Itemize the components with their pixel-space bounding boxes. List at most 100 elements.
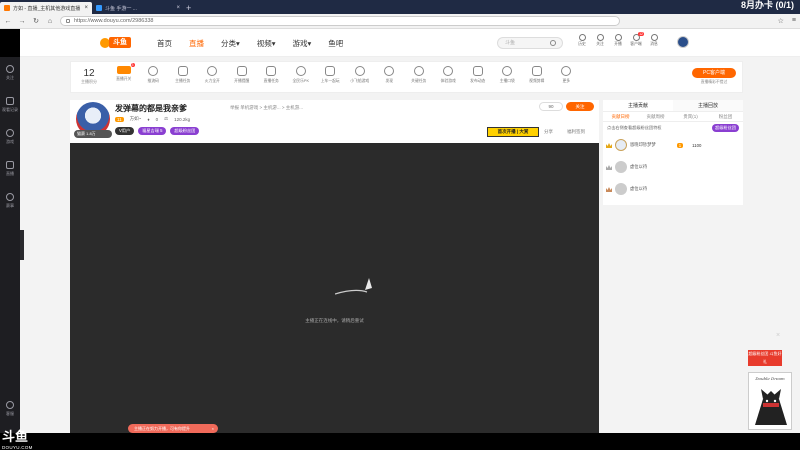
rank-row[interactable]: 虚位以待: [603, 178, 743, 200]
sidebar-item-follow[interactable]: 关注: [0, 57, 20, 89]
toolbar-item-try-game[interactable]: 体验游戏: [434, 66, 464, 84]
toolbar-item-stream-key[interactable]: 推流码: [139, 66, 169, 84]
forward-arrow-icon[interactable]: →: [18, 18, 26, 25]
tab-replay[interactable]: 主播回放: [673, 100, 743, 111]
new-tab-button[interactable]: +: [186, 2, 191, 14]
pc-client-button[interactable]: PC客户端 直播精彩不错过: [692, 68, 736, 85]
anchor-level[interactable]: 12 主播积分: [76, 68, 102, 85]
left-sidebar: 关注 观看记录 游戏 直播 赛事 客服: [0, 57, 20, 433]
promo-float-banner[interactable]: 超级粉丝团 斗鱼好礼: [748, 350, 782, 366]
toast-close-icon[interactable]: ×: [212, 424, 214, 433]
home-icon[interactable]: ⌂: [46, 18, 54, 25]
rank-sub-tabs: 贡献日榜 贡献周榜 贵宾(1) 粉丝团: [603, 112, 743, 122]
back-arrow-icon[interactable]: ←: [4, 18, 12, 25]
room-category[interactable]: 举报 单机游戏 > 主机游... > 主机游...: [230, 105, 303, 111]
toolbar-item-video-edit[interactable]: 视频剪辑: [522, 66, 552, 84]
toolbar-item-pk[interactable]: 全民乐PK: [286, 66, 316, 84]
toolbar-item-more[interactable]: 更多: [552, 66, 582, 84]
tab-daily[interactable]: 贡献日榜: [603, 112, 638, 121]
vip-badge[interactable]: V用户: [115, 127, 135, 135]
toolbar-item-discover[interactable]: 发现: [375, 66, 405, 84]
sidebar-collapse-handle[interactable]: [20, 230, 24, 260]
follow-button-top[interactable]: 关注: [593, 34, 607, 47]
tab-weekly[interactable]: 贡献周榜: [638, 112, 673, 121]
search-input[interactable]: 斗鱼: [497, 37, 563, 49]
sidebar-label: 游戏: [6, 139, 14, 144]
search-icon[interactable]: [550, 40, 556, 46]
fans-count: 0: [155, 116, 159, 122]
nav-home[interactable]: 首页: [157, 38, 172, 49]
toolbar-item-live-toggle[interactable]: 3 直播开关: [109, 63, 139, 84]
browser-tab-2[interactable]: 斗鱼 手游一 ... ×: [92, 2, 184, 14]
sidebar-item-game[interactable]: 游戏: [0, 121, 20, 153]
toolbar-item-ride-along[interactable]: 上车一起玩: [316, 66, 346, 84]
pk-icon: [295, 66, 306, 76]
address-bar: ← → ↻ ⌂ https://www.douyu.com/2986338 ☆ …: [0, 14, 800, 29]
sidebar-label: 赛事: [6, 203, 14, 208]
super-fan-badge[interactable]: 超级粉丝团: [170, 127, 200, 135]
share-button[interactable]: 分享: [544, 129, 553, 135]
toolbar-item-anchor-task[interactable]: 主播任务: [168, 66, 198, 84]
rank-name: 虚位以待: [630, 164, 648, 169]
client-button[interactable]: 12 客户端: [629, 32, 644, 47]
nav-category[interactable]: 分类▾: [221, 38, 240, 49]
tab-vip[interactable]: 贵宾(1): [673, 112, 708, 121]
bottom-bar: [0, 433, 800, 450]
rank-row[interactable]: 虚位以待: [603, 156, 743, 178]
url-field[interactable]: https://www.douyu.com/2986338: [60, 16, 620, 26]
broadcast-button[interactable]: 开播: [611, 34, 625, 47]
rank-row[interactable]: 恩晓印钞梦梦 1 1100: [603, 134, 743, 156]
nav-game[interactable]: 游戏▾: [293, 38, 312, 49]
toolbar-item-live-task[interactable]: 直播任务: [257, 66, 287, 84]
room-header: 猫赛 1.8万 发弹幕的都是我亲爹 举报 单机游戏 > 主机游... > 主机游…: [70, 100, 599, 143]
toolbar-item-label: 全民乐PK: [292, 79, 309, 83]
user-avatar[interactable]: [677, 36, 689, 48]
broadcast-label: 开播: [614, 42, 622, 46]
close-icon[interactable]: ×: [776, 332, 780, 339]
sidebar-item-history[interactable]: 观看记录: [0, 89, 20, 121]
anchor-task-icon: [177, 66, 188, 76]
douyu-logo[interactable]: 斗鱼: [100, 37, 132, 49]
toolbar-item-label: 视频剪辑: [529, 79, 545, 83]
toolbar-item-broadcast-remind[interactable]: 开播提醒: [227, 66, 257, 84]
notice-toast[interactable]: 主播正在努力开播，可有你提升 ×: [128, 424, 218, 433]
checkin-button[interactable]: 福利签到: [567, 129, 585, 135]
toast-text: 主播正在努力开播，可有你提升: [134, 426, 190, 431]
reload-icon[interactable]: ↻: [32, 17, 40, 25]
messages-label: 消息: [650, 42, 658, 46]
nav-fishbar[interactable]: 鱼吧: [328, 38, 343, 49]
promo-banner[interactable]: 首次开播 | 大赏: [487, 127, 539, 137]
menu-icon[interactable]: ≡: [792, 17, 796, 25]
toolbar-item-label: 直播开关: [116, 77, 132, 81]
room-title: 发弹幕的都是我亲爹: [115, 104, 187, 113]
browser-tab-active[interactable]: 方如 - 直播_主机其他游戏直播 ×: [0, 2, 92, 14]
rank-avatar-empty: [615, 161, 627, 173]
toolbar-item-anchor-pocket[interactable]: 主播口袋: [493, 66, 523, 84]
nav-video[interactable]: 视频▾: [257, 38, 276, 49]
toolbar-badge: 3: [130, 63, 135, 67]
anchor-name[interactable]: 方如~: [130, 116, 142, 122]
anchor-pocket-icon: [502, 66, 513, 76]
close-tab-icon[interactable]: ×: [84, 5, 88, 11]
sidebar-item-service[interactable]: 客服: [0, 393, 20, 425]
lucky-badge[interactable]: 福星吉瑞 5: [138, 127, 167, 135]
sidebar-item-events[interactable]: 赛事: [0, 185, 20, 217]
nav-live[interactable]: 直播: [189, 38, 204, 49]
follow-button[interactable]: 关注: [566, 102, 594, 111]
tab-contribution[interactable]: 主播贡献: [603, 100, 673, 111]
toolbar-item-spaceship-game[interactable]: 小飞船游戏: [345, 66, 375, 84]
crown-gold-icon: [606, 142, 612, 148]
star-icon[interactable]: ☆: [778, 17, 784, 25]
close-tab-icon[interactable]: ×: [176, 5, 180, 11]
tab-fan-club[interactable]: 粉丝团: [708, 112, 743, 121]
history-button[interactable]: 历史: [575, 34, 589, 47]
sidebar-item-live[interactable]: 直播: [0, 153, 20, 185]
fan-club-button[interactable]: 超级粉丝团: [712, 124, 739, 132]
toolbar-item-post-update[interactable]: 发布动态: [463, 66, 493, 84]
toolbar-item-key-task[interactable]: 关键任务: [404, 66, 434, 84]
toolbar-item-fire-boost[interactable]: 火力全开: [198, 66, 228, 84]
rank-avatar[interactable]: [615, 139, 627, 151]
video-player[interactable]: 主播正在连线中，请稍后重试 主播正在努力开播，可有你提升 ×: [70, 143, 599, 433]
pc-client-label: PC客户端: [692, 68, 736, 78]
messages-button[interactable]: 消息: [647, 34, 661, 47]
